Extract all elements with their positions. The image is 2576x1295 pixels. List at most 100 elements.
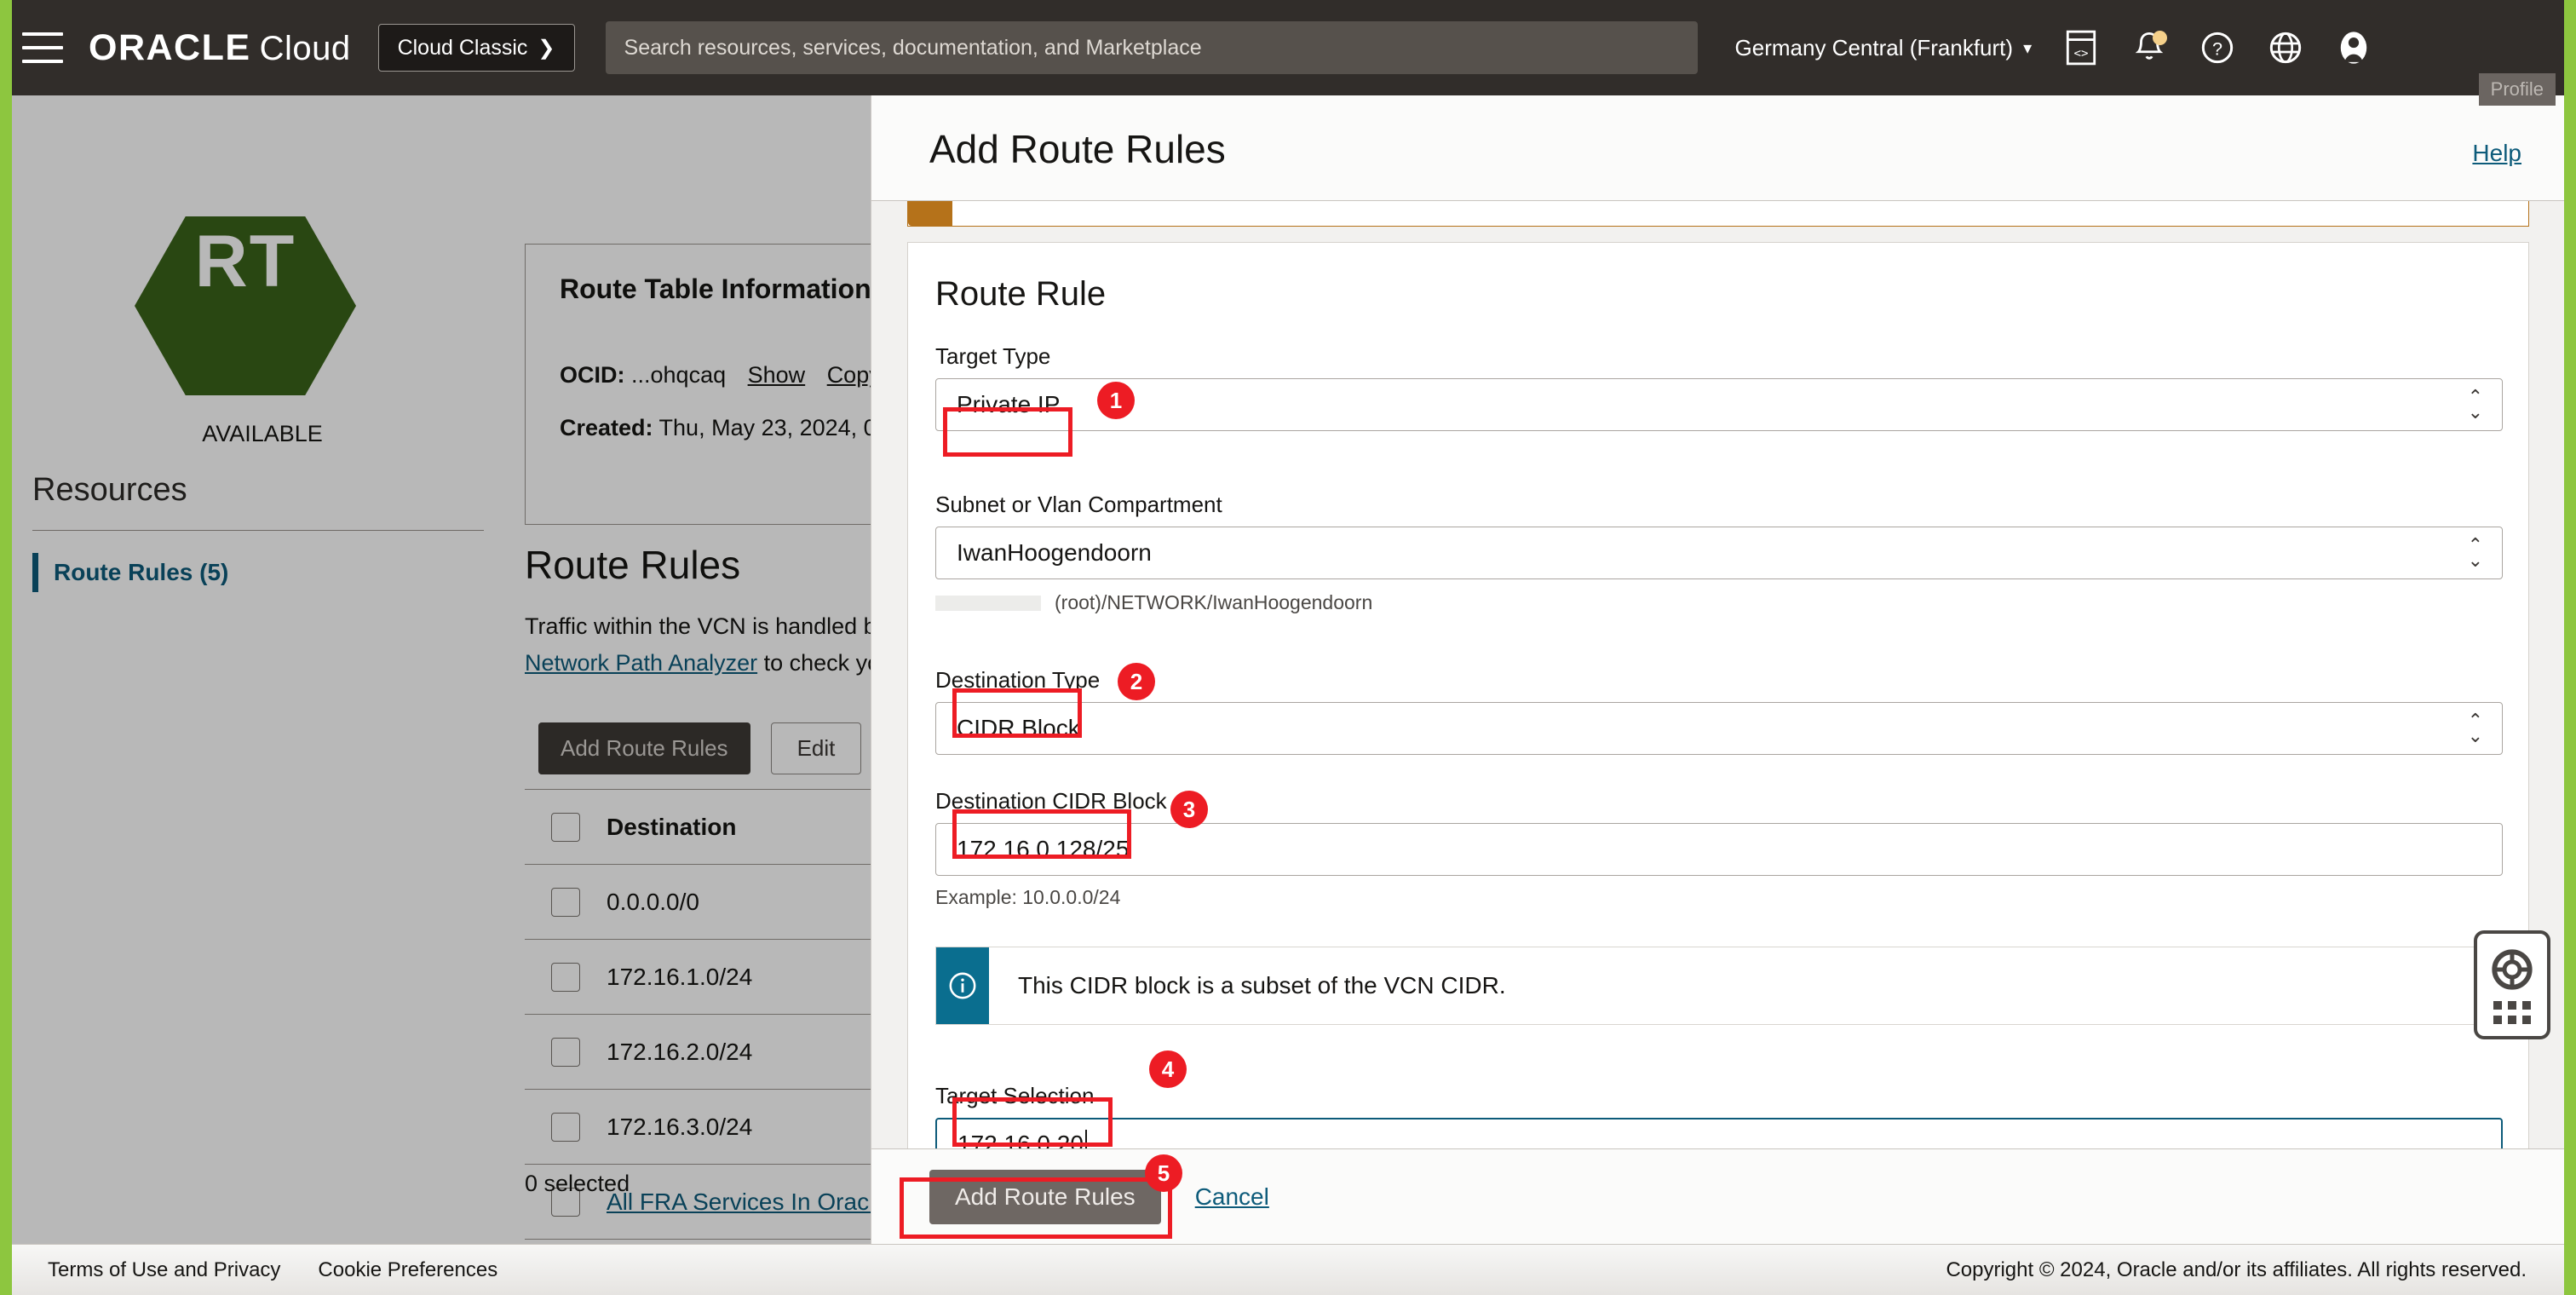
add-route-rules-button-bg[interactable]: Add Route Rules [538,722,750,774]
add-route-rules-submit-button[interactable]: Add Route Rules [929,1169,1161,1224]
subnet-compartment-value: IwanHoogendoorn [957,539,1152,566]
chevron-updown-icon: ⌃ ⌄ [2467,710,2483,746]
sidebar-item-route-rules[interactable]: Route Rules (5) [32,553,228,592]
target-type-label: Target Type [935,343,1051,369]
resource-badge: RT [135,216,356,395]
chevron-updown-icon: ⌃ ⌄ [2467,386,2483,423]
hamburger-icon[interactable] [22,29,63,66]
subnet-compartment-select[interactable]: IwanHoogendoorn ⌃ ⌄ [935,527,2503,579]
copyright-text: Copyright © 2024, Oracle and/or its affi… [1946,1258,2527,1281]
notification-badge [2153,31,2168,45]
search-wrapper [605,21,1698,74]
brand-cloud-text: Cloud [259,29,351,67]
ocid-label: OCID: [560,362,625,388]
row-checkbox[interactable] [551,1037,580,1067]
region-selector[interactable]: Germany Central (Frankfurt) ▾ [1735,35,2033,61]
row-checkbox[interactable] [551,1112,580,1142]
cell-destination: 0.0.0.0/0 [607,888,699,915]
destination-cidr-input[interactable]: 172.16.0.128/25 [935,823,2503,876]
ocid-value: ...ohqcaq [631,362,727,388]
chevron-updown-icon: ⌃ ⌄ [2467,534,2483,571]
destination-link[interactable]: All FRA Services In Oracl [607,1189,874,1215]
destination-type-label: Destination Type [935,667,1101,693]
top-navigation-bar: ORACLE Cloud Cloud Classic ❯ Germany Cen… [0,0,2576,95]
search-input[interactable] [605,21,1698,74]
subnet-compartment-label: Subnet or Vlan Compartment [935,492,1222,517]
cloud-shell-icon[interactable]: <> [2061,27,2102,68]
destination-cidr-help: Example: 10.0.0.0/24 [935,886,1121,908]
destination-type-select[interactable]: CIDR Block ⌃ ⌄ [935,702,2503,755]
annotation-number-4: 4 [1149,1050,1187,1088]
edit-button[interactable]: Edit [770,722,862,774]
description-line2: to check yo [757,650,881,676]
region-label: Germany Central (Frankfurt) [1734,34,2014,60]
resource-badge-label: RT [194,220,296,302]
cloud-classic-label: Cloud Classic [397,35,528,60]
destination-cidr-value: 172.16.0.128/25 [957,836,1130,862]
target-selection-value: 172.16.0.20 [957,1131,1084,1148]
created-value: Thu, May 23, 2024, 0 [658,415,877,440]
help-link[interactable]: Help [2472,140,2521,167]
destination-type-value: CIDR Block [957,715,1080,741]
annotation-number-1: 1 [1097,382,1135,419]
brand-oracle-text: ORACLE [89,26,251,68]
text-caret [1084,1130,1087,1148]
select-all-checkbox[interactable] [551,812,580,842]
profile-icon[interactable] [2333,27,2374,68]
divider [32,530,484,531]
network-path-analyzer-link[interactable]: Network Path Analyzer [525,650,757,676]
warning-accent-bar [908,201,952,226]
resource-sidebar: RT AVAILABLE Resources Route Rules (5) [24,191,516,1295]
description-line1: Traffic within the VCN is handled b [525,613,877,639]
route-rules-heading: Route Rules [525,543,741,587]
resources-heading: Resources [32,472,187,508]
notifications-icon[interactable] [2129,27,2170,68]
oracle-cloud-logo[interactable]: ORACLE Cloud [89,27,351,69]
annotation-number-3: 3 [1170,791,1208,828]
svg-text:<>: <> [2074,47,2089,60]
drag-handle-icon[interactable] [2493,1000,2531,1024]
support-widget[interactable] [2474,930,2550,1039]
chevron-down-icon: ▾ [2023,38,2033,58]
selection-count: 0 selected [525,1171,630,1196]
cloud-classic-button[interactable]: Cloud Classic ❯ [377,24,575,72]
cancel-button[interactable]: Cancel [1195,1183,1269,1211]
section-heading: Route Rule [935,275,1107,313]
brand-accent-left [0,0,12,1295]
created-label: Created: [560,415,653,440]
profile-tooltip: Profile [2478,73,2556,106]
panel-header: Add Route Rules Help [871,95,2564,201]
panel-footer: Add Route Rules Cancel [871,1148,2564,1244]
route-rule-card: Route Rule Target Type Private IP ⌃ ⌄ Sub… [907,242,2529,1148]
subnet-compartment-help: (root)/NETWORK/IwanHoogendoorn [1055,591,1373,613]
app-root: RT AVAILABLE Resources Route Rules (5) R… [0,0,2576,1295]
info-banner-text: This CIDR block is a subset of the VCN C… [1018,972,1506,999]
cell-destination: 172.16.1.0/24 [607,963,753,990]
sidebar-item-label: Route Rules (5) [54,559,229,585]
brand-accent-right [2564,0,2576,1295]
annotation-number-5: 5 [1145,1154,1182,1192]
ocid-show-link[interactable]: Show [748,362,806,388]
lifebuoy-icon [2492,948,2533,990]
compartment-path-placeholder [935,595,1041,611]
cell-destination: All FRA Services In Oracl [607,1189,874,1216]
target-selection-input[interactable]: 172.16.0.20 [935,1118,2503,1148]
info-icon [936,947,989,1024]
annotation-number-2: 2 [1118,663,1155,700]
column-header-destination: Destination [607,813,737,840]
info-banner: This CIDR block is a subset of the VCN C… [935,947,2503,1025]
row-checkbox[interactable] [551,887,580,917]
page-title: Add Route Rules [929,127,1226,171]
cell-destination: 172.16.3.0/24 [607,1113,753,1140]
nav-icon-group: <> ? [2061,27,2374,68]
help-icon[interactable]: ? [2197,27,2238,68]
target-type-value: Private IP [957,391,1061,417]
target-type-select[interactable]: Private IP ⌃ ⌄ [935,378,2503,431]
cookie-preferences-link[interactable]: Cookie Preferences [318,1258,497,1282]
language-icon[interactable] [2265,27,2306,68]
page-footer: Terms of Use and Privacy Cookie Preferen… [12,1244,2564,1295]
row-checkbox[interactable] [551,962,580,992]
active-indicator [32,553,38,592]
terms-link[interactable]: Terms of Use and Privacy [48,1258,280,1282]
chevron-right-icon: ❯ [538,36,555,60]
